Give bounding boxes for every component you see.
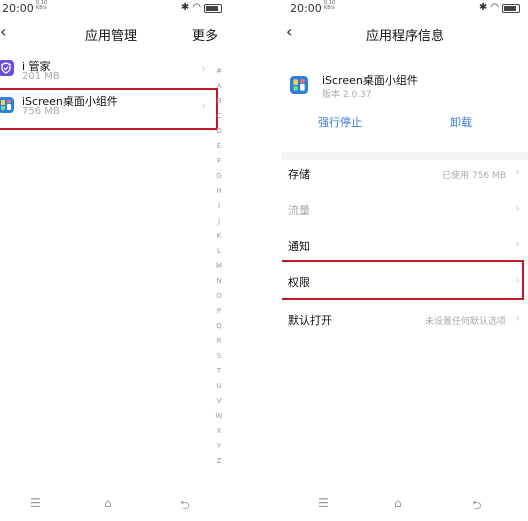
index-letter[interactable]: A xyxy=(214,79,224,94)
index-letter[interactable]: O xyxy=(214,289,224,304)
battery-icon xyxy=(204,3,222,13)
index-letter[interactable]: # xyxy=(214,64,224,79)
app-actions: 强行停止 卸载 xyxy=(282,114,528,132)
app-info-screen: 20:00 0.10 KB/s ✱ ◠ ‹ 应用程序信息 iScreen桌面小组… xyxy=(282,0,528,521)
index-letter[interactable]: L xyxy=(214,244,224,259)
net-speed: 0.10 KB/s xyxy=(36,1,47,11)
back-nav-icon[interactable]: ⮌ xyxy=(180,496,190,517)
setting-value: 已使用 756 MB xyxy=(442,171,506,181)
chevron-right-icon: › xyxy=(515,273,520,287)
index-letter[interactable]: H xyxy=(214,184,224,199)
settings-row-default-open[interactable]: 默认打开 未设置任何默认选项 › xyxy=(282,302,528,338)
settings-row-permissions[interactable]: 权限 › xyxy=(282,264,528,300)
index-letter[interactable]: I xyxy=(214,199,224,214)
chevron-right-icon: › xyxy=(515,311,520,325)
settings-row-notifications[interactable]: 通知 › xyxy=(282,228,528,264)
battery-icon xyxy=(502,3,520,13)
navigation-bar: ☰ ⌂ ⮌ xyxy=(282,496,528,518)
index-letter[interactable]: C xyxy=(214,109,224,124)
status-bar: 20:00 0.10 KB/s ✱ ◠ xyxy=(282,0,528,18)
wifi-icon: ◠ xyxy=(192,2,201,13)
index-letter[interactable]: W xyxy=(214,409,224,424)
header: ‹ 应用程序信息 xyxy=(282,20,528,46)
index-letter[interactable]: X xyxy=(214,424,224,439)
app-list-item-iguanjia[interactable]: i 管家 201 MB › xyxy=(0,58,210,92)
settings-row-storage[interactable]: 存储 已使用 756 MB › xyxy=(282,156,528,192)
net-speed-unit: KB/s xyxy=(36,5,47,11)
index-letter[interactable]: S xyxy=(214,349,224,364)
app-size: 201 MB xyxy=(22,71,60,82)
shield-app-icon xyxy=(0,60,14,76)
index-letter[interactable]: F xyxy=(214,154,224,169)
home-icon[interactable]: ⌂ xyxy=(104,496,112,510)
status-icons: ✱ ◠ xyxy=(479,3,520,13)
index-letter[interactable]: Z xyxy=(214,454,224,469)
index-letter[interactable]: G xyxy=(214,169,224,184)
setting-label: 权限 xyxy=(288,276,310,289)
index-letter[interactable]: B xyxy=(214,94,224,109)
index-letter[interactable]: Q xyxy=(214,319,224,334)
chevron-right-icon: › xyxy=(515,201,520,215)
page-title: 应用程序信息 xyxy=(365,29,444,44)
status-time: 20:00 xyxy=(2,2,34,15)
menu-icon[interactable]: ☰ xyxy=(318,496,329,510)
header: ‹ 应用管理 更多 xyxy=(0,20,230,46)
app-info-header: iScreen桌面小组件 版本 2.0.37 xyxy=(288,72,518,102)
index-letter[interactable]: R xyxy=(214,334,224,349)
uninstall-button[interactable]: 卸载 xyxy=(450,114,472,130)
index-letter[interactable]: E xyxy=(214,139,224,154)
menu-icon[interactable]: ☰ xyxy=(30,496,41,510)
navigation-bar: ☰ ⌂ ⮌ xyxy=(0,496,230,518)
setting-label: 通知 xyxy=(288,240,310,253)
index-letter[interactable]: J xyxy=(214,214,224,229)
index-letter[interactable]: V xyxy=(214,394,224,409)
alphabet-index[interactable]: # A B C D E F G H I J K L M N O P Q R S T U V W X Y Z xyxy=(214,64,224,469)
status-icons: ✱ ◠ xyxy=(181,3,222,13)
index-letter[interactable]: N xyxy=(214,274,224,289)
chevron-right-icon: › xyxy=(515,165,520,179)
index-letter[interactable]: P xyxy=(214,304,224,319)
status-bar: 20:00 0.10 KB/s ✱ ◠ xyxy=(0,0,230,18)
widget-app-icon xyxy=(290,76,308,94)
status-time: 20:00 xyxy=(290,2,322,15)
app-size: 756 MB xyxy=(22,106,60,117)
bluetooth-icon: ✱ xyxy=(180,2,190,13)
setting-label: 存储 xyxy=(288,168,310,181)
net-speed: 0.10 KB/s xyxy=(324,1,335,11)
setting-label: 默认打开 xyxy=(288,314,332,327)
setting-value: 未设置任何默认选项 xyxy=(424,317,506,327)
net-speed-unit: KB/s xyxy=(324,5,335,11)
back-nav-icon[interactable]: ⮌ xyxy=(472,496,482,517)
index-letter[interactable]: M xyxy=(214,259,224,274)
chevron-right-icon: › xyxy=(201,62,206,76)
index-letter[interactable]: K xyxy=(214,229,224,244)
app-version: 版本 2.0.37 xyxy=(322,90,372,100)
force-stop-button[interactable]: 强行停止 xyxy=(318,114,362,130)
more-button[interactable]: 更多 xyxy=(192,25,218,44)
chevron-right-icon: › xyxy=(201,99,206,113)
index-letter[interactable]: D xyxy=(214,124,224,139)
app-management-screen: 20:00 0.10 KB/s ✱ ◠ ‹ 应用管理 更多 i 管家 201 M… xyxy=(0,0,230,521)
widget-app-icon xyxy=(0,97,14,113)
app-name: iScreen桌面小组件 xyxy=(322,74,418,87)
chevron-right-icon: › xyxy=(515,237,520,251)
settings-row-data-usage[interactable]: 流量 › xyxy=(282,192,528,228)
setting-label: 流量 xyxy=(288,204,310,217)
app-list-item-iscreen[interactable]: iScreen桌面小组件 756 MB › xyxy=(0,93,210,127)
index-letter[interactable]: T xyxy=(214,364,224,379)
wifi-icon: ◠ xyxy=(490,2,499,13)
index-letter[interactable]: Y xyxy=(214,439,224,454)
index-letter[interactable]: U xyxy=(214,379,224,394)
bluetooth-icon: ✱ xyxy=(478,2,488,13)
home-icon[interactable]: ⌂ xyxy=(394,496,402,510)
